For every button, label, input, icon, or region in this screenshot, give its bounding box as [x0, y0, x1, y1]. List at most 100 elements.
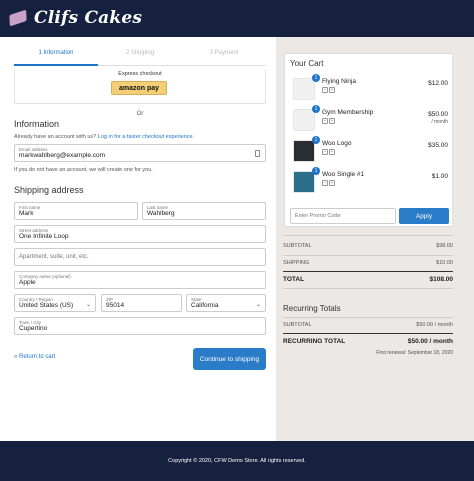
- item-name: Flying Ninja: [322, 78, 356, 85]
- zip-value: 95014: [106, 302, 125, 309]
- plus-button[interactable]: +: [329, 118, 335, 124]
- recurring-total-value: $50.00 / month: [407, 338, 453, 345]
- quantity-stepper: − +: [322, 180, 336, 186]
- site-footer: Copyright © 2020, CFW Demo Store. All ri…: [0, 441, 474, 481]
- total-row: TOTAL $108.00: [283, 276, 453, 283]
- minus-button[interactable]: −: [322, 180, 328, 186]
- state-value: California: [191, 302, 219, 309]
- street-field[interactable]: Street address One Infinite Loop: [14, 225, 266, 243]
- shipping-label: SHIPPING: [283, 260, 310, 266]
- email-field[interactable]: Email address markwahlberg@example.com: [14, 144, 266, 162]
- country-select[interactable]: Country / Region United States (US) ⌄: [14, 294, 96, 312]
- copyright-text: Copyright © 2020, CFW Demo Store. All ri…: [168, 458, 306, 464]
- order-summary: Your Cart 1 Flying Ninja − + $12.00 1 Gym…: [276, 37, 474, 441]
- city-field[interactable]: Town / City Cupertino: [14, 317, 266, 335]
- last-name-value: Wahlberg: [147, 210, 175, 217]
- subtotal-row: SUBTOTAL $98.00: [283, 243, 453, 249]
- billing-period: / month: [431, 119, 448, 125]
- promo-code-input[interactable]: Enter Promo Code: [290, 208, 396, 224]
- country-value: United States (US): [19, 302, 74, 309]
- login-link[interactable]: Log in for a faster checkout experience.: [98, 134, 194, 140]
- recurring-subtotal-row: SUBTOTAL $50.00 / month: [283, 322, 453, 328]
- apartment-field[interactable]: Apartment, suite, unit, etc.: [14, 248, 266, 266]
- item-name: Gym Membership: [322, 109, 374, 116]
- item-price: $50.00: [428, 111, 448, 118]
- company-field[interactable]: Company name (optional) Apple: [14, 271, 266, 289]
- quantity-stepper: − +: [322, 149, 336, 155]
- first-name-field[interactable]: First name Mark: [14, 202, 138, 220]
- item-name: Woo Logo: [322, 140, 352, 147]
- city-value: Cupertino: [19, 325, 48, 332]
- quantity-stepper: − +: [322, 87, 336, 93]
- recurring-totals-title: Recurring Totals: [283, 304, 341, 313]
- quantity-badge: 1: [312, 136, 320, 144]
- plus-button[interactable]: +: [329, 149, 335, 155]
- subtotal-value: $98.00: [436, 243, 453, 249]
- recurring-subtotal-value: $50.00 / month: [416, 322, 453, 328]
- shipping-heading: Shipping address: [14, 185, 84, 195]
- cart-item: 1 Woo Single #1 − + $1.00: [290, 167, 450, 195]
- subtotal-label: SUBTOTAL: [283, 243, 312, 249]
- step-payment[interactable]: 3 Payment: [182, 50, 266, 64]
- divider: [283, 317, 453, 318]
- item-price: $35.00: [428, 142, 448, 149]
- cart-title: Your Cart: [290, 59, 324, 68]
- express-checkout: Express checkout amazon pay: [14, 70, 266, 104]
- amazon-pay-button[interactable]: amazon pay: [111, 81, 167, 95]
- item-name: Woo Single #1: [322, 171, 365, 178]
- street-value: One Infinite Loop: [19, 233, 69, 240]
- cart-item: 1 Woo Logo − + $35.00: [290, 136, 450, 164]
- state-select[interactable]: State California ⌄: [186, 294, 266, 312]
- minus-button[interactable]: −: [322, 118, 328, 124]
- quantity-badge: 1: [312, 167, 320, 175]
- quantity-badge: 1: [312, 105, 320, 113]
- return-to-cart-link[interactable]: « Return to cart: [14, 354, 55, 360]
- plus-button[interactable]: +: [329, 180, 335, 186]
- product-thumbnail: [293, 140, 315, 162]
- last-name-field[interactable]: Last name Wahlberg: [142, 202, 266, 220]
- express-checkout-label: Express checkout: [118, 71, 162, 77]
- total-value: $108.00: [429, 276, 454, 283]
- company-value: Apple: [19, 279, 36, 286]
- apartment-placeholder: Apartment, suite, unit, etc.: [19, 254, 89, 260]
- recurring-total-row: RECURRING TOTAL $50.00 / month: [283, 338, 453, 345]
- checkout-steps: 1 Information 2 Shipping 3 Payment: [14, 50, 266, 64]
- recurring-subtotal-label: SUBTOTAL: [283, 322, 312, 328]
- brand-logo[interactable]: Clifs Cakes: [9, 8, 142, 28]
- email-value: markwahlberg@example.com: [19, 152, 106, 159]
- first-renewal-date: First renewal: September 18, 2020: [376, 350, 453, 356]
- step-information[interactable]: 1 Information: [14, 50, 98, 64]
- apply-promo-button[interactable]: Apply: [399, 208, 449, 224]
- recurring-total-label: RECURRING TOTAL: [283, 338, 346, 345]
- item-price: $12.00: [428, 80, 448, 87]
- product-thumbnail: [293, 78, 315, 100]
- checkout-form: 1 Information 2 Shipping 3 Payment Expre…: [0, 37, 276, 441]
- minus-button[interactable]: −: [322, 149, 328, 155]
- plus-button[interactable]: +: [329, 87, 335, 93]
- or-divider: Or: [136, 111, 144, 117]
- chevron-down-icon: ⌄: [85, 302, 91, 308]
- total-label: TOTAL: [283, 276, 305, 283]
- cart-item: 1 Flying Ninja − + $12.00: [290, 74, 450, 102]
- quantity-stepper: − +: [322, 118, 336, 124]
- quantity-badge: 1: [312, 74, 320, 82]
- divider: [283, 333, 453, 334]
- image-placeholder-icon: [293, 109, 315, 131]
- login-prefix: Already have an account with us?: [14, 134, 97, 140]
- divider: [283, 235, 453, 236]
- chevron-down-icon: ⌄: [255, 302, 261, 308]
- shipping-value: $10.00: [436, 260, 453, 266]
- account-note: If you do not have an account, we will c…: [14, 167, 153, 173]
- cart-item: 1 Gym Membership − + $50.00 / month: [290, 105, 450, 133]
- continue-to-shipping-button[interactable]: Continue to shipping: [193, 348, 266, 370]
- product-thumbnail: [293, 171, 315, 193]
- site-header: Clifs Cakes: [0, 0, 474, 37]
- step-shipping[interactable]: 2 Shipping: [98, 50, 182, 64]
- cart-panel: Your Cart 1 Flying Ninja − + $12.00 1 Gym…: [284, 53, 453, 227]
- information-heading: Information: [14, 119, 60, 129]
- promo-placeholder: Enter Promo Code: [295, 213, 341, 219]
- contact-card-icon: [255, 150, 260, 157]
- zip-field[interactable]: ZIP 95014: [101, 294, 182, 312]
- minus-button[interactable]: −: [322, 87, 328, 93]
- login-prompt: Already have an account with us? Log in …: [14, 134, 194, 140]
